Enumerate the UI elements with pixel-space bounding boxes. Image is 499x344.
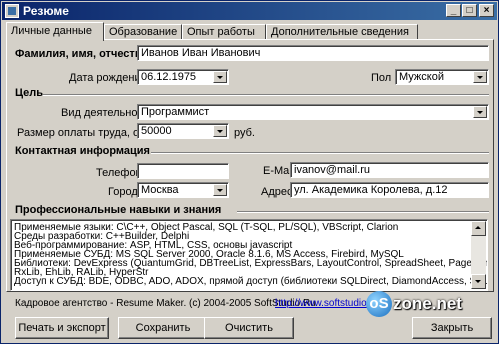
chevron-down-icon[interactable] [473,106,487,118]
city-label: Город [108,186,138,198]
close-window-button[interactable]: × [479,4,494,17]
gender-label: Пол [371,72,392,84]
watermark-circle: oS [366,291,392,317]
print-export-button[interactable]: Печать и экспорт [15,317,109,339]
maximize-button[interactable]: □ [462,4,477,17]
email-input[interactable]: ivanov@mail.ru [290,162,489,178]
fio-label: Фамилия, имя, отчество [15,48,149,60]
skills-textarea[interactable]: Применяемые языки: C\C++, Object Pascal,… [10,219,488,291]
scroll-up-icon[interactable] [471,221,486,236]
dob-label: Дата рождения [69,72,147,84]
address-input[interactable]: ул. Академика Королева, д.12 [290,182,489,198]
save-button[interactable]: Сохранить [118,317,208,339]
vertical-scrollbar[interactable] [471,221,486,289]
chevron-down-icon[interactable] [213,71,227,83]
scroll-down-icon[interactable] [471,274,486,289]
skills-section-title: Профессиональные навыки и знания [15,204,222,216]
title-bar: Резюме _ □ × [2,2,497,20]
minimize-button[interactable]: _ [446,4,461,17]
chevron-down-icon[interactable] [213,184,227,196]
salary-value: 50000 [141,125,172,137]
tab-personal[interactable]: Личные данные [6,22,104,41]
divider [151,152,489,154]
close-button[interactable]: Закрыть [412,317,492,339]
phone-input[interactable] [137,163,229,179]
activity-select[interactable]: Программист [137,104,489,120]
fio-input[interactable]: Иванов Иван Иванович [137,45,489,61]
tab-experience[interactable]: Опыт работы [182,24,266,40]
salary-label: Размер оплаты труда, от [17,127,144,139]
watermark-text: zone.net [393,294,462,313]
chevron-down-icon[interactable] [213,125,227,137]
address-label: Адрес [261,186,293,198]
dob-picker[interactable]: 06.12.1975 [137,69,229,85]
goal-section-title: Цель [15,87,44,99]
gender-value: Мужской [399,71,444,83]
app-icon [5,4,19,18]
city-select[interactable]: Москва [137,182,229,198]
salary-unit: руб. [234,127,255,139]
tab-additional[interactable]: Дополнительные сведения [266,24,418,40]
tab-education[interactable]: Образование [104,24,182,40]
chevron-down-icon[interactable] [473,71,487,83]
skills-line: Доступ к СУБД: BDE, ODBC, ADO, ADOX, пря… [14,276,488,287]
clear-button[interactable]: Очистить [204,317,294,339]
divider [237,211,489,213]
website-link[interactable]: http://www.softstudio.ru [275,298,378,309]
contacts-section-title: Контактная информация [15,145,150,157]
phone-label: Телефон [96,167,142,179]
window-title: Резюме [23,4,69,18]
city-value: Москва [141,184,179,196]
dob-value: 06.12.1975 [141,71,197,83]
activity-value: Программист [141,106,210,118]
gender-select[interactable]: Мужской [395,69,489,85]
salary-select[interactable]: 50000 [137,123,229,139]
footer-credit: Кадровое агентство - Resume Maker. (c) 2… [15,298,316,309]
watermark-logo: oS zone.net [366,291,478,317]
divider [43,94,489,96]
resume-window: Резюме _ □ × Личные данные Образование О… [0,0,499,344]
